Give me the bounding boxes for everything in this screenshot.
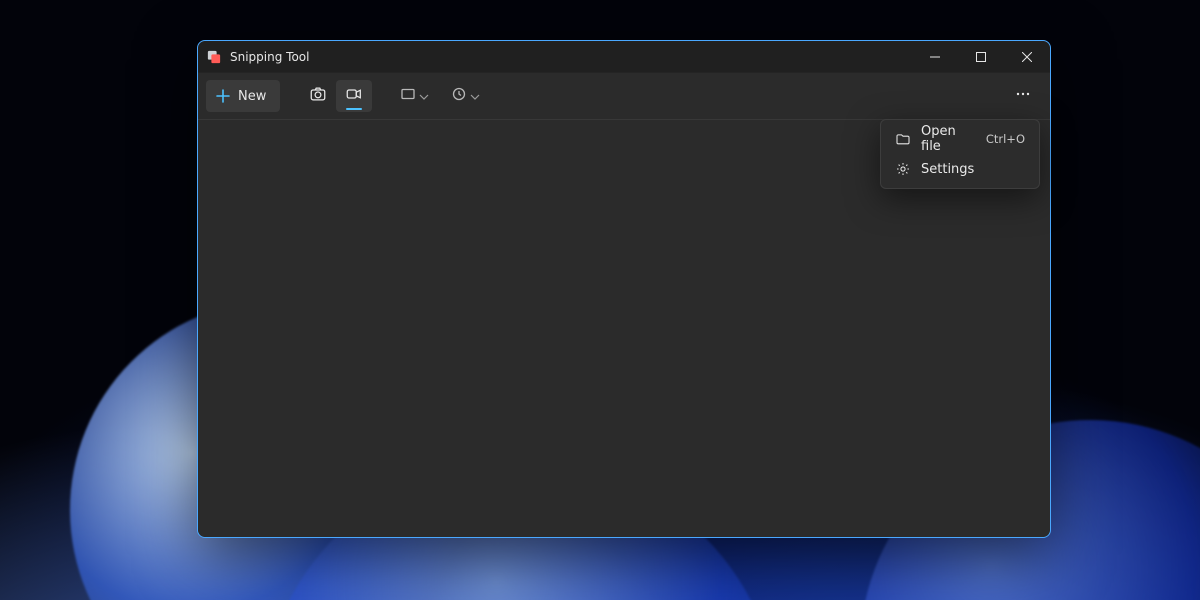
clock-icon	[451, 86, 467, 106]
record-mode-button[interactable]	[336, 80, 372, 112]
new-snip-button[interactable]: New	[206, 80, 280, 112]
app-icon	[206, 49, 222, 65]
video-camera-icon	[345, 85, 363, 107]
toolbar: New	[198, 73, 1050, 120]
titlebar[interactable]: Snipping Tool	[198, 41, 1050, 73]
maximize-button[interactable]	[958, 41, 1004, 73]
window-title: Snipping Tool	[230, 50, 309, 64]
chevron-down-icon	[419, 87, 429, 106]
menu-item-settings[interactable]: Settings	[885, 154, 1035, 184]
gear-icon	[895, 161, 911, 177]
camera-icon	[309, 85, 327, 107]
more-options-button[interactable]	[1004, 80, 1042, 112]
chevron-down-icon	[470, 87, 480, 106]
more-options-menu: Open file Ctrl+O Settings	[880, 119, 1040, 189]
delay-dropdown[interactable]	[443, 80, 488, 112]
rectangle-icon	[400, 86, 416, 106]
minimize-button[interactable]	[912, 41, 958, 73]
menu-item-label: Settings	[921, 162, 1025, 177]
menu-item-shortcut: Ctrl+O	[986, 132, 1025, 146]
new-snip-label: New	[238, 89, 266, 104]
screenshot-mode-button[interactable]	[300, 80, 336, 112]
menu-item-label: Open file	[921, 124, 976, 154]
close-button[interactable]	[1004, 41, 1050, 73]
capture-mode-group	[300, 80, 372, 112]
menu-item-open-file[interactable]: Open file Ctrl+O	[885, 124, 1035, 154]
snip-shape-dropdown[interactable]	[392, 80, 437, 112]
folder-open-icon	[895, 131, 911, 147]
plus-icon	[216, 89, 230, 103]
more-horizontal-icon	[1015, 86, 1031, 106]
snipping-tool-window: Snipping Tool New	[197, 40, 1051, 538]
